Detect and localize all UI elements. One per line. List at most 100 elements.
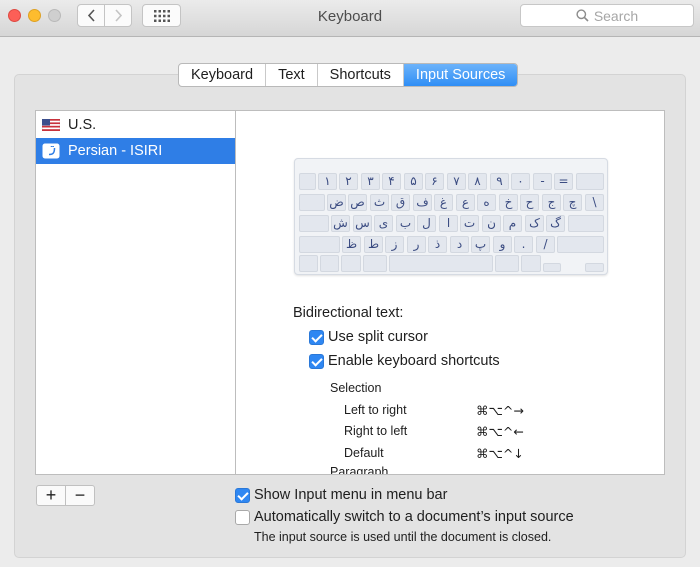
bidirectional-text-heading: Bidirectional text: bbox=[293, 305, 404, 321]
keyboard-key: ۹ bbox=[490, 173, 509, 190]
keyboard-key: م bbox=[503, 215, 522, 232]
shortcut-keys: ⌘⌥^→ bbox=[476, 403, 524, 418]
keyboard-key: \ bbox=[585, 194, 604, 211]
input-source-list[interactable]: U.S. Persian - ISIRI bbox=[35, 110, 236, 475]
keyboard-key bbox=[585, 263, 604, 272]
input-source-label: U.S. bbox=[68, 117, 97, 133]
keyboard-key: = bbox=[554, 173, 573, 190]
keyboard-key: ن bbox=[482, 215, 501, 232]
keyboard-key: خ bbox=[499, 194, 518, 211]
keyboard-key: ۶ bbox=[425, 173, 444, 190]
keyboard-key: چ bbox=[563, 194, 582, 211]
keyboard-key bbox=[363, 255, 387, 272]
keyboard-key: ۱ bbox=[318, 173, 337, 190]
keyboard-key: / bbox=[536, 236, 555, 253]
title-bar: Keyboard Search bbox=[0, 0, 700, 37]
input-source-us[interactable]: U.S. bbox=[36, 112, 235, 138]
keyboard-key: . bbox=[514, 236, 533, 253]
grid-icon bbox=[153, 9, 170, 22]
selection-heading: Selection bbox=[330, 381, 382, 395]
keyboard-key: ش bbox=[331, 215, 350, 232]
keyboard-key: و bbox=[493, 236, 512, 253]
show-input-menu-label: Show Input menu in menu bar bbox=[254, 487, 448, 503]
keyboard-key: ذ bbox=[428, 236, 447, 253]
keyboard-key: ۳ bbox=[361, 173, 380, 190]
paragraph-heading-clip: Paragraph bbox=[330, 465, 480, 474]
keyboard-key bbox=[320, 255, 339, 272]
add-input-source-button[interactable]: + bbox=[36, 485, 66, 506]
keyboard-key: ۰ bbox=[511, 173, 530, 190]
keyboard-key: ز bbox=[385, 236, 404, 253]
search-icon bbox=[576, 9, 589, 22]
use-split-cursor-checkbox[interactable] bbox=[309, 330, 324, 345]
keyboard-key bbox=[299, 194, 325, 211]
shortcut-keys: ⌘⌥^↓ bbox=[476, 446, 524, 461]
keyboard-key: ع bbox=[456, 194, 475, 211]
keyboard-key bbox=[299, 215, 329, 232]
minimize-window-button[interactable] bbox=[28, 9, 41, 22]
tab-text[interactable]: Text bbox=[266, 64, 318, 86]
keyboard-key: - bbox=[533, 173, 552, 190]
keyboard-spacebar bbox=[389, 255, 493, 272]
shortcut-keys: ⌘⌥^← bbox=[476, 424, 524, 439]
enable-keyboard-shortcuts-checkbox[interactable] bbox=[309, 354, 324, 369]
tab-keyboard[interactable]: Keyboard bbox=[179, 64, 267, 86]
keyboard-key: ب bbox=[396, 215, 415, 232]
keyboard-key: ض bbox=[327, 194, 346, 211]
keyboard-key: گ bbox=[546, 215, 565, 232]
auto-switch-input-source-label: Automatically switch to a document’s inp… bbox=[254, 509, 574, 525]
show-input-menu-checkbox[interactable] bbox=[235, 488, 250, 503]
auto-switch-note: The input source is used until the docum… bbox=[254, 530, 552, 544]
shortcut-label: Default bbox=[344, 446, 384, 460]
zoom-window-button[interactable] bbox=[48, 9, 61, 22]
show-all-button[interactable] bbox=[142, 4, 181, 27]
keyboard-key: د bbox=[450, 236, 469, 253]
search-placeholder: Search bbox=[593, 7, 639, 24]
remove-input-source-button[interactable]: − bbox=[65, 485, 95, 506]
keyboard-key bbox=[576, 173, 604, 190]
keyboard-key: ه bbox=[477, 194, 496, 211]
keyboard-key: ۷ bbox=[447, 173, 466, 190]
keyboard-key: ج bbox=[542, 194, 561, 211]
keyboard-key bbox=[543, 263, 561, 272]
keyboard-key: ف bbox=[413, 194, 432, 211]
keyboard-key: غ bbox=[434, 194, 453, 211]
paragraph-heading: Paragraph bbox=[330, 465, 389, 474]
keyboard-layout-preview: ۱ ۲ ۳ ۴ ۵ ۶ ۷ ۸ ۹ ۰ - = ض ص ث ق ف غ ع ه … bbox=[294, 158, 608, 275]
keyboard-key: ح bbox=[520, 194, 539, 211]
tab-shortcuts[interactable]: Shortcuts bbox=[318, 64, 404, 86]
keyboard-key: ۵ bbox=[404, 173, 423, 190]
keyboard-key: ق bbox=[391, 194, 410, 211]
keyboard-key bbox=[557, 236, 604, 253]
keyboard-key: ظ bbox=[342, 236, 361, 253]
keyboard-key: ۴ bbox=[382, 173, 401, 190]
us-flag-icon bbox=[42, 119, 60, 131]
keyboard-key: ر bbox=[407, 236, 426, 253]
keyboard-key: ط bbox=[364, 236, 383, 253]
auto-switch-input-source-checkbox[interactable] bbox=[235, 510, 250, 525]
keyboard-key: ۸ bbox=[468, 173, 487, 190]
chevron-left-icon bbox=[87, 9, 95, 22]
keyboard-key bbox=[568, 215, 604, 232]
keyboard-key: ص bbox=[348, 194, 367, 211]
keyboard-key bbox=[495, 255, 519, 272]
keyboard-key: ت bbox=[460, 215, 479, 232]
tab-bar: Keyboard Text Shortcuts Input Sources bbox=[178, 63, 519, 87]
input-source-persian[interactable]: Persian - ISIRI bbox=[36, 138, 235, 164]
keyboard-key: پ bbox=[471, 236, 490, 253]
enable-keyboard-shortcuts-label: Enable keyboard shortcuts bbox=[328, 353, 500, 369]
input-source-label: Persian - ISIRI bbox=[68, 143, 163, 159]
keyboard-key: ل bbox=[417, 215, 436, 232]
keyboard-key bbox=[299, 255, 318, 272]
keyboard-key: ا bbox=[439, 215, 458, 232]
use-split-cursor-label: Use split cursor bbox=[328, 329, 428, 345]
close-window-button[interactable] bbox=[8, 9, 21, 22]
keyboard-key: س bbox=[353, 215, 372, 232]
keyboard-key bbox=[299, 236, 340, 253]
back-button[interactable] bbox=[77, 4, 105, 27]
forward-button[interactable] bbox=[104, 4, 132, 27]
shortcut-label: Right to left bbox=[344, 424, 408, 438]
search-field[interactable]: Search bbox=[520, 4, 694, 27]
tab-input-sources[interactable]: Input Sources bbox=[403, 64, 518, 86]
keyboard-key: ث bbox=[370, 194, 389, 211]
